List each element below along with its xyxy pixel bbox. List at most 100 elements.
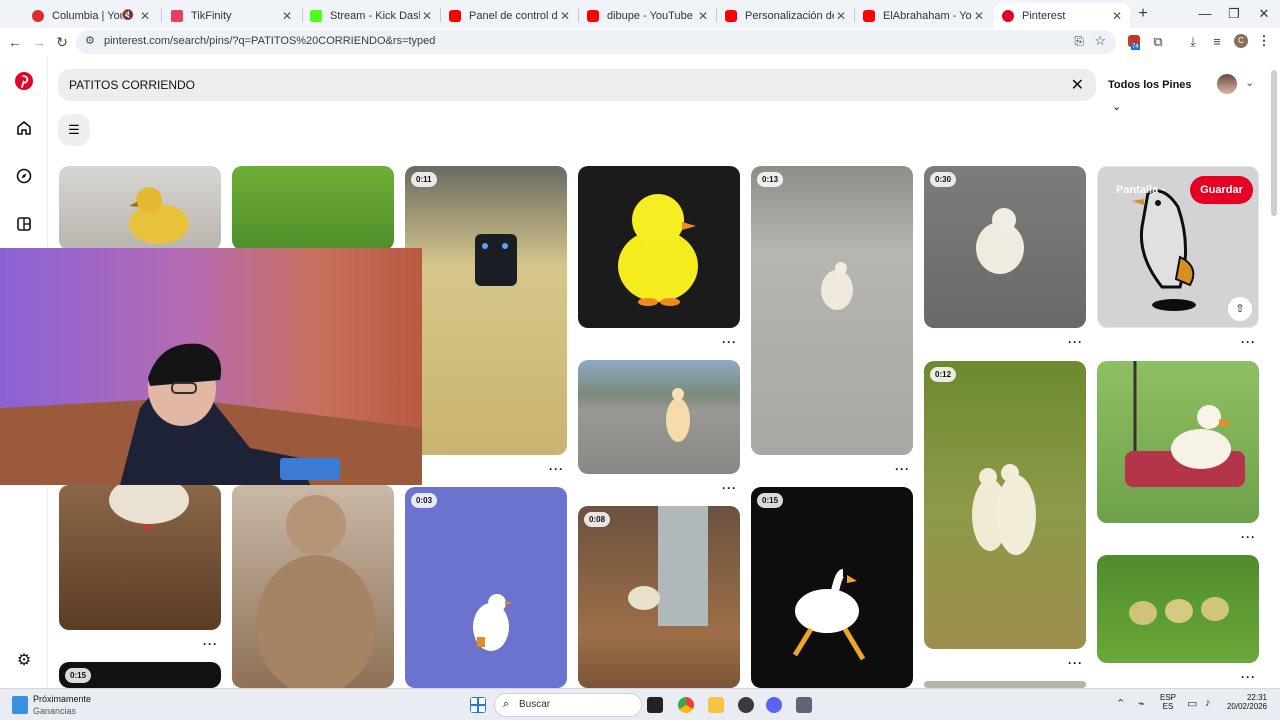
settings-gear-icon[interactable]: ⚙ [12,649,36,673]
home-icon[interactable] [12,120,36,144]
pin-video[interactable] [578,360,740,474]
pin-more-options-icon[interactable]: ··· [895,462,910,476]
pin-image[interactable] [1097,555,1259,663]
filter-sliders-button[interactable]: ☰ [58,114,90,146]
tab-pinterest[interactable]: Pinterest ✕ [994,3,1130,28]
pin-image[interactable] [1097,361,1259,523]
tab-columbia[interactable]: Columbia | YouTube f 🔇 ✕ [24,3,158,28]
extension-badge-icon[interactable]: 74 [1126,34,1142,50]
clock[interactable]: 22:31 20/02/2026 [1225,693,1267,711]
explore-compass-icon[interactable] [12,168,36,192]
share-icon[interactable]: ⇧ [1228,297,1252,321]
close-icon[interactable]: ✕ [696,9,710,23]
close-icon[interactable]: ✕ [138,9,152,23]
pin-video[interactable]: 0:12 [924,361,1086,649]
reading-list-icon[interactable]: ≡ [1209,34,1225,49]
pin-video[interactable]: 0:30 [924,166,1086,328]
tab-panel-control[interactable]: Panel de control del canal ✕ [441,3,578,28]
tab-title: Stream - Kick Dashboard [330,9,420,22]
pin-more-options-icon[interactable]: ··· [549,462,564,476]
pin-more-options-icon[interactable]: ··· [1068,335,1083,349]
pin-video[interactable] [232,485,394,688]
display-icon[interactable]: ▭ [1187,697,1197,710]
taskbar-search-input[interactable]: ⌕ Buscar [494,693,642,717]
close-icon[interactable]: ✕ [420,9,434,23]
pin-more-options-icon[interactable]: ··· [722,481,737,495]
address-bar[interactable]: ⚙ pinterest.com/search/pins/?q=PATITOS%2… [76,30,1116,54]
user-avatar[interactable] [1217,74,1237,94]
pin-more-options-icon[interactable]: ··· [1241,530,1256,544]
pin-video[interactable]: 0:03 [405,487,567,688]
pin-video[interactable] [232,166,394,250]
pin-scope-dropdown[interactable]: Todos los Pines ⌄ [1108,74,1200,113]
scope-label: Todos los Pines [1108,79,1192,91]
window-close-icon[interactable]: ✕ [1249,6,1279,22]
pin-more-options-icon[interactable]: ··· [203,637,218,651]
site-info-icon[interactable]: ⚙ [85,34,95,47]
obs-icon[interactable] [738,697,754,713]
widget-title[interactable]: Próximamente [33,694,91,704]
install-app-icon[interactable]: ⎘ [1074,34,1084,49]
widget-icon[interactable] [12,696,28,714]
chrome-icon[interactable] [678,697,694,713]
pin-video[interactable] [59,485,221,630]
pin-more-options-icon[interactable]: ··· [1241,670,1256,684]
account-chevron-down-icon[interactable]: ⌄ [1245,76,1254,89]
reload-icon[interactable]: ↻ [52,32,72,52]
bookmark-star-icon[interactable]: ☆ [1094,33,1106,49]
tab-personalizacion[interactable]: Personalización del canal ✕ [717,3,854,28]
tab-title: ElAbrahaham - YouTube [883,9,972,22]
pin-image[interactable] [578,166,740,328]
close-icon[interactable]: ✕ [834,9,848,23]
close-icon[interactable]: ✕ [972,9,986,23]
language-indicator[interactable]: ESP ES [1160,693,1176,711]
network-icon[interactable]: ⌁ [1138,697,1145,710]
pin-video[interactable]: 0:13 [751,166,913,455]
clear-search-icon[interactable]: ✕ [1071,75,1084,95]
pin-image[interactable] [59,166,221,250]
minimize-icon[interactable]: — [1190,6,1220,21]
boards-icon[interactable] [12,216,36,240]
new-tab-button[interactable]: + [1128,5,1158,23]
discord-icon[interactable] [766,697,782,713]
pin-video[interactable]: 0:11 [405,166,567,455]
kebab-menu-icon[interactable]: ⋮ [1257,33,1271,49]
search-input[interactable]: PATITOS CORRIENDO ✕ [58,69,1096,101]
windows-start-icon[interactable] [470,697,486,713]
tab-kick-dashboard[interactable]: Stream - Kick Dashboard ✕ [302,3,440,28]
board-select-label[interactable]: Pantalla [1116,184,1158,196]
close-icon[interactable]: ✕ [558,9,572,23]
maximize-icon[interactable]: ❐ [1219,6,1249,22]
extensions-puzzle-icon[interactable]: ⧉ [1150,34,1166,50]
tab-tikfinity[interactable]: TikFinity ✕ [163,3,300,28]
tab-dibupe[interactable]: dibupe - YouTube ✕ [579,3,716,28]
save-button[interactable]: Guardar [1190,176,1253,204]
pin-more-options-icon[interactable]: ··· [722,335,737,349]
pinterest-logo-icon[interactable] [12,72,36,96]
close-icon[interactable]: ✕ [280,9,294,23]
tab-title: Pinterest [1022,9,1066,22]
pin-video[interactable]: 0:15 [59,662,221,688]
pin-image[interactable] [924,681,1086,688]
speaker-muted-icon[interactable]: 🔇 [122,10,134,21]
tikfinity-favicon-icon [171,9,183,22]
profile-avatar[interactable]: C [1234,34,1248,48]
tab-elabrahaham[interactable]: ElAbrahaham - YouTube ✕ [855,3,992,28]
browser-toolbar: ← → ↻ ⚙ pinterest.com/search/pins/?q=PAT… [0,28,1280,56]
pin-video[interactable]: 0:15 [751,487,913,688]
file-explorer-icon[interactable] [708,697,724,713]
show-hidden-icons-chevron-icon[interactable]: ⌃ [1116,697,1125,710]
forward-arrow-icon[interactable]: → [29,32,49,52]
chevron-down-icon: ⌄ [1112,101,1122,113]
pin-image-hovered[interactable]: Pantalla ⌄ Guardar ⇧ [1097,166,1259,328]
volume-icon[interactable]: ♪ [1205,697,1211,709]
task-view-icon[interactable] [647,697,663,713]
calculator-icon[interactable] [796,697,812,713]
pin-video[interactable]: 0:08 [578,506,740,688]
close-icon[interactable]: ✕ [1110,9,1124,23]
download-icon[interactable]: ⤓ [1185,34,1201,50]
back-arrow-icon[interactable]: ← [5,32,25,52]
pin-more-options-icon[interactable]: ··· [1068,656,1083,670]
page-scrollbar[interactable] [1270,58,1278,688]
pin-more-options-icon[interactable]: ··· [1241,335,1256,349]
